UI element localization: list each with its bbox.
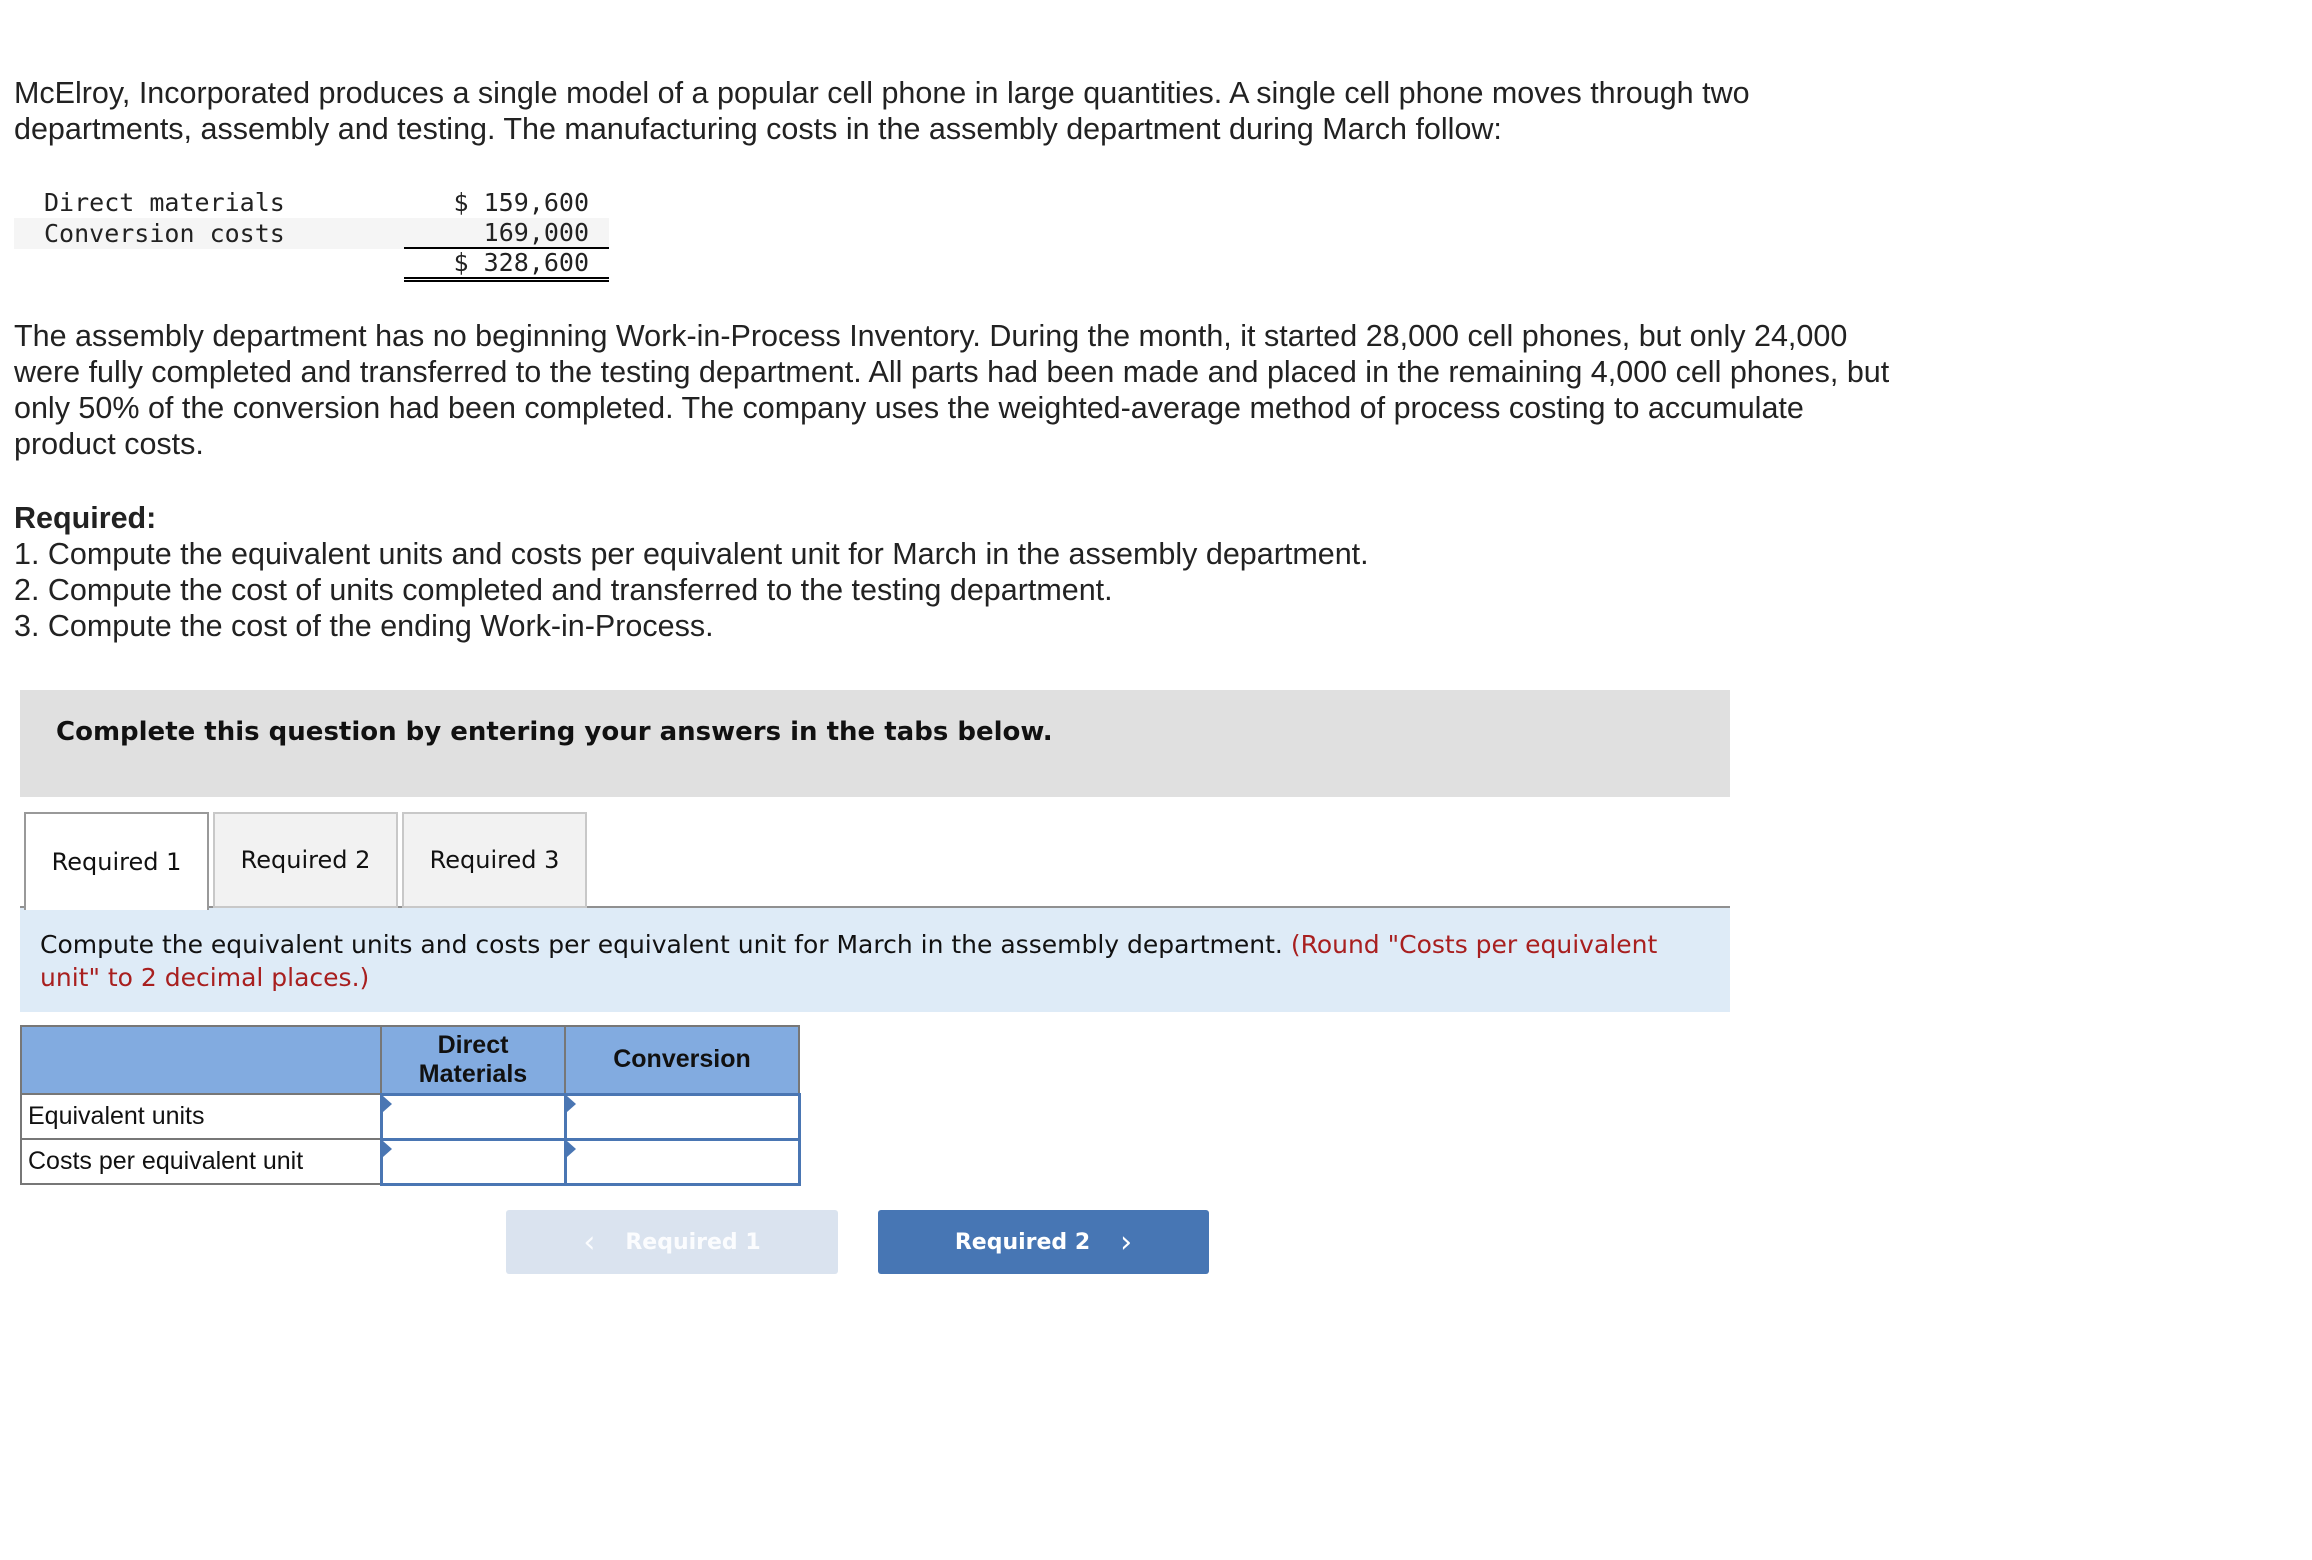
tab-required-3[interactable]: Required 3 xyxy=(402,812,587,908)
cost-value: $ 159,600 xyxy=(453,188,589,217)
cost-row-direct-materials: Direct materials $ 159,600 xyxy=(14,187,609,218)
equivalent-units-direct-materials-cell xyxy=(379,1092,567,1141)
problem-intro: McElroy, Incorporated produces a single … xyxy=(14,76,1750,146)
tab-required-2[interactable]: Required 2 xyxy=(213,812,398,908)
next-tab-button[interactable]: Required 2 › xyxy=(878,1210,1209,1274)
row-label-costs-per-equivalent-unit: Costs per equivalent unit xyxy=(20,1138,382,1185)
required-item: 1. Compute the equivalent units and cost… xyxy=(14,537,1369,571)
header-direct-materials-label: Direct Materials xyxy=(418,1030,528,1088)
input-marker-icon xyxy=(566,1140,576,1157)
table-row: Costs per equivalent unit xyxy=(20,1137,801,1186)
instruction-text: Compute the equivalent units and costs p… xyxy=(40,930,1283,959)
required-item: 3. Compute the cost of the ending Work-i… xyxy=(14,609,714,643)
table-row: Equivalent units xyxy=(20,1092,801,1141)
chevron-left-icon: ‹ xyxy=(583,1224,596,1260)
header-row: Direct Materials Conversion xyxy=(20,1025,800,1095)
required-item: 2. Compute the cost of units completed a… xyxy=(14,573,1113,607)
row-label-equivalent-units: Equivalent units xyxy=(20,1093,382,1140)
cost-per-unit-direct-materials-cell xyxy=(379,1137,567,1186)
tab-instruction: Compute the equivalent units and costs p… xyxy=(20,908,1730,1012)
tab-bar: Required 1 Required 2 Required 3 xyxy=(24,812,591,910)
next-tab-label: Required 2 xyxy=(954,1229,1091,1255)
required-section: Required: 1. Compute the equivalent unit… xyxy=(14,500,1894,644)
equivalent-units-conversion-cell xyxy=(563,1092,801,1141)
header-direct-materials: Direct Materials xyxy=(380,1025,566,1095)
cost-per-unit-direct-materials-input[interactable] xyxy=(382,1140,564,1183)
cost-table: Direct materials $ 159,600 Conversion co… xyxy=(14,187,609,282)
banner-text: Complete this question by entering your … xyxy=(56,717,1053,747)
input-marker-icon xyxy=(382,1095,392,1112)
chevron-right-icon: › xyxy=(1120,1224,1133,1260)
tab-required-1[interactable]: Required 1 xyxy=(24,812,209,910)
answer-table: Direct Materials Conversion Equivalent u… xyxy=(20,1025,801,1186)
equivalent-units-direct-materials-input[interactable] xyxy=(382,1095,564,1138)
equivalent-units-conversion-input[interactable] xyxy=(566,1095,798,1138)
header-blank xyxy=(20,1025,382,1095)
header-conversion: Conversion xyxy=(564,1025,800,1095)
problem-details: The assembly department has no beginning… xyxy=(14,319,1890,461)
cost-per-unit-conversion-cell xyxy=(563,1137,801,1186)
cost-label: Direct materials xyxy=(44,188,285,217)
required-title: Required: xyxy=(14,501,157,535)
previous-tab-button[interactable]: ‹ Required 1 xyxy=(506,1210,838,1274)
cost-row-total: $ 328,600 xyxy=(404,248,609,282)
previous-tab-label: Required 1 xyxy=(625,1229,761,1255)
cost-label: Conversion costs xyxy=(44,219,285,248)
cost-per-unit-conversion-input[interactable] xyxy=(566,1140,798,1183)
cost-row-conversion-costs: Conversion costs 169,000 xyxy=(14,218,609,249)
instructions-banner: Complete this question by entering your … xyxy=(20,690,1730,797)
input-marker-icon xyxy=(566,1095,576,1112)
cost-value: 169,000 xyxy=(404,218,609,249)
cost-total: $ 328,600 xyxy=(404,248,609,282)
input-marker-icon xyxy=(382,1140,392,1157)
